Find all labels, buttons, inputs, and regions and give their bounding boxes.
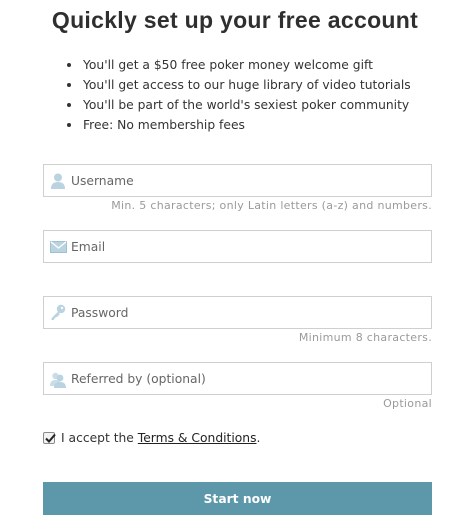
benefit-text: You'll get access to our huge library of…	[83, 78, 411, 92]
referred-by-field[interactable]	[43, 362, 432, 395]
start-now-button[interactable]: Start now	[43, 482, 432, 515]
benefit-item: You'll get access to our huge library of…	[66, 75, 411, 95]
terms-link[interactable]: Terms & Conditions	[138, 431, 257, 445]
benefit-item: You'll get a $50 free poker money welcom…	[66, 55, 411, 75]
envelope-icon	[45, 231, 71, 262]
email-input[interactable]	[71, 231, 431, 262]
username-input[interactable]	[71, 165, 431, 196]
username-field[interactable]	[43, 164, 432, 197]
users-icon	[45, 363, 71, 394]
username-hint: Min. 5 characters; only Latin letters (a…	[111, 199, 432, 212]
bullet-icon	[67, 83, 71, 87]
password-input[interactable]	[71, 297, 431, 328]
bullet-icon	[67, 63, 71, 67]
password-hint: Minimum 8 characters.	[298, 331, 432, 344]
benefit-text: Free: No membership fees	[83, 118, 245, 132]
user-icon	[45, 165, 71, 196]
benefits-list: You'll get a $50 free poker money welcom…	[66, 55, 411, 135]
email-field[interactable]	[43, 230, 432, 263]
bullet-icon	[67, 103, 71, 107]
referred-by-input[interactable]	[71, 363, 431, 394]
key-icon	[45, 297, 71, 328]
page-title: Quickly set up your free account	[51, 7, 419, 33]
terms-prefix: I accept the	[61, 431, 138, 445]
benefit-text: You'll be part of the world's sexiest po…	[83, 98, 410, 112]
benefit-item: Free: No membership fees	[66, 115, 411, 135]
terms-row: I accept the Terms & Conditions .	[43, 431, 260, 445]
benefit-item: You'll be part of the world's sexiest po…	[66, 95, 411, 115]
referred-by-hint: Optional	[383, 397, 432, 410]
terms-suffix: .	[256, 431, 261, 445]
bullet-icon	[67, 123, 71, 127]
checkmark-icon	[45, 433, 56, 443]
benefit-text: You'll get a $50 free poker money welcom…	[83, 58, 373, 72]
terms-checkbox[interactable]	[43, 432, 56, 444]
password-field[interactable]	[43, 296, 432, 329]
